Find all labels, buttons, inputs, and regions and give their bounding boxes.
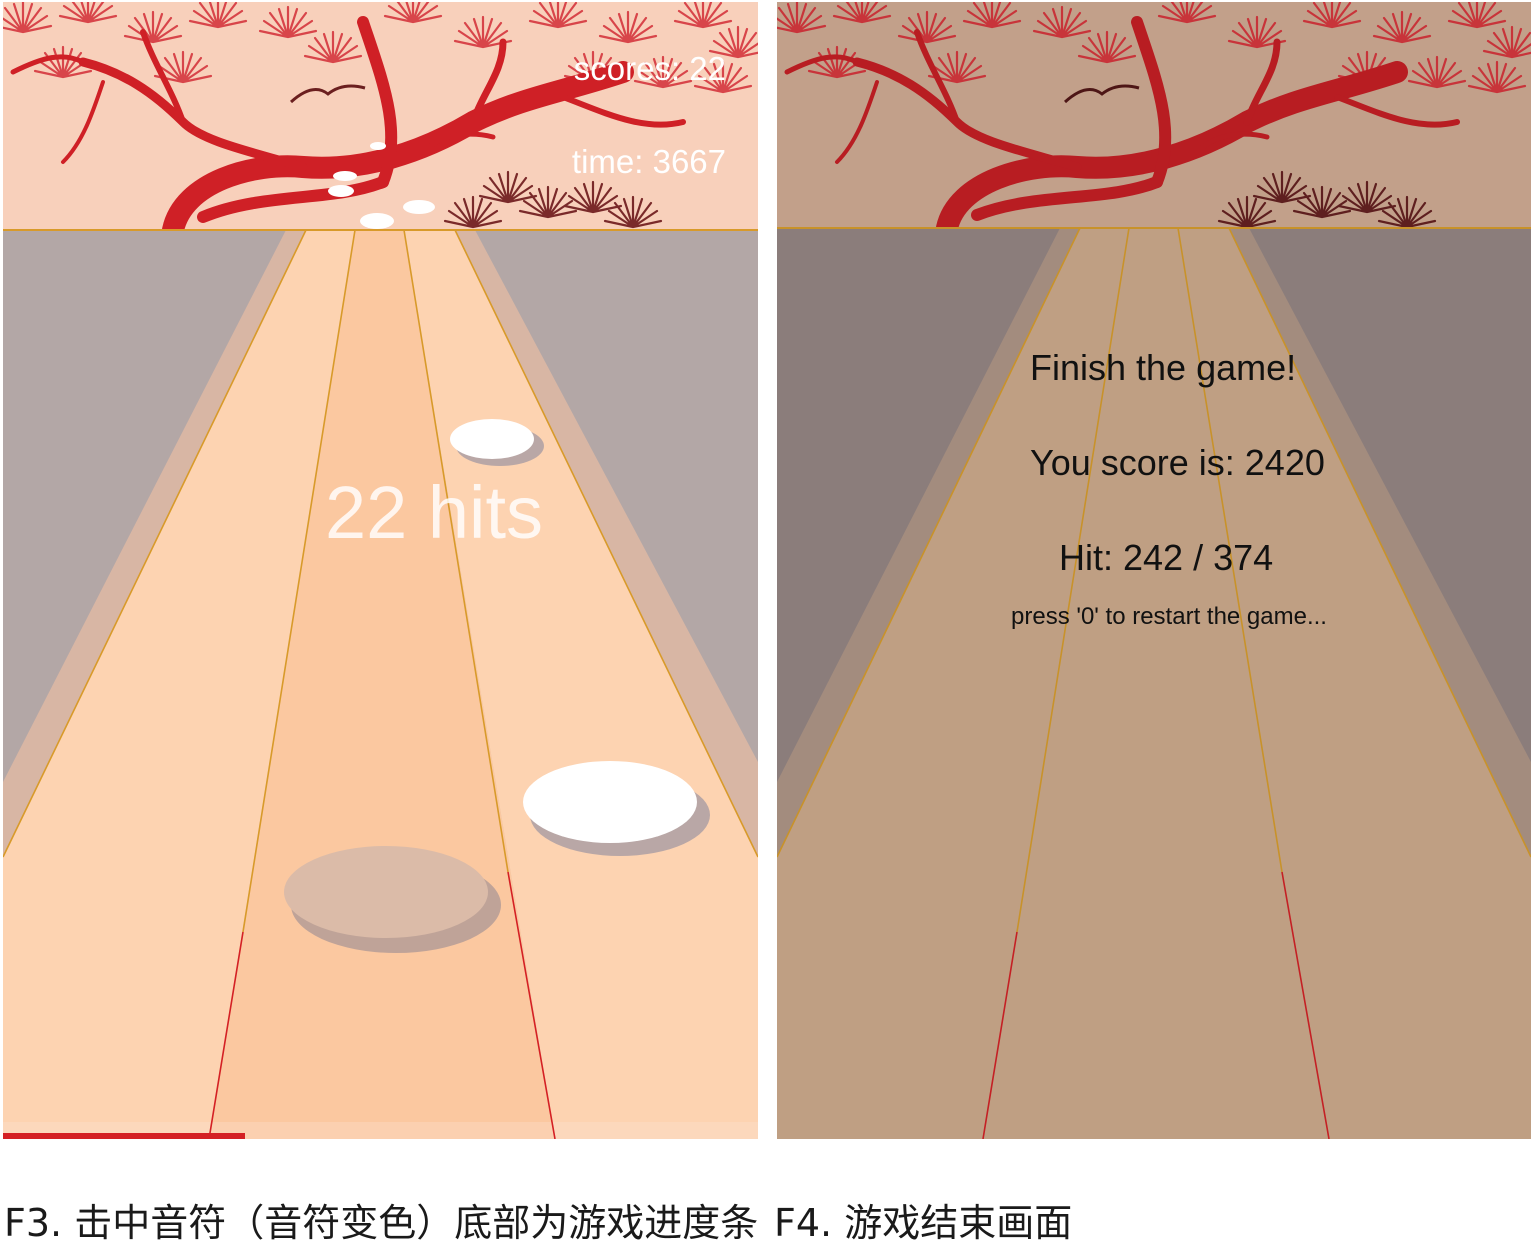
sky-background — [777, 2, 1531, 228]
hit-ratio-text: Hit: 242 / 374 — [1059, 537, 1274, 578]
final-score-text: You score is: 2420 — [1030, 442, 1325, 483]
score-display: scores: 22 — [573, 50, 726, 87]
time-display: time: 3667 — [571, 143, 726, 180]
game-progress-bar — [3, 1133, 245, 1139]
figure-caption-f3: F3. 击中音符（音符变色）底部为游戏进度条 — [4, 1201, 759, 1245]
sky-background — [3, 2, 758, 230]
restart-hint-text: press '0' to restart the game... — [1011, 603, 1327, 630]
game-screen-finished: Finish the game! You score is: 2420 Hit:… — [777, 2, 1531, 1139]
game-screen-playing: scores: 22 time: 3667 22 hits — [3, 2, 758, 1139]
finish-title: Finish the game! — [1030, 347, 1297, 388]
figure-caption-f4: F4. 游戏结束画面 — [774, 1201, 1073, 1245]
combo-hits-text: 22 hits — [325, 471, 544, 554]
